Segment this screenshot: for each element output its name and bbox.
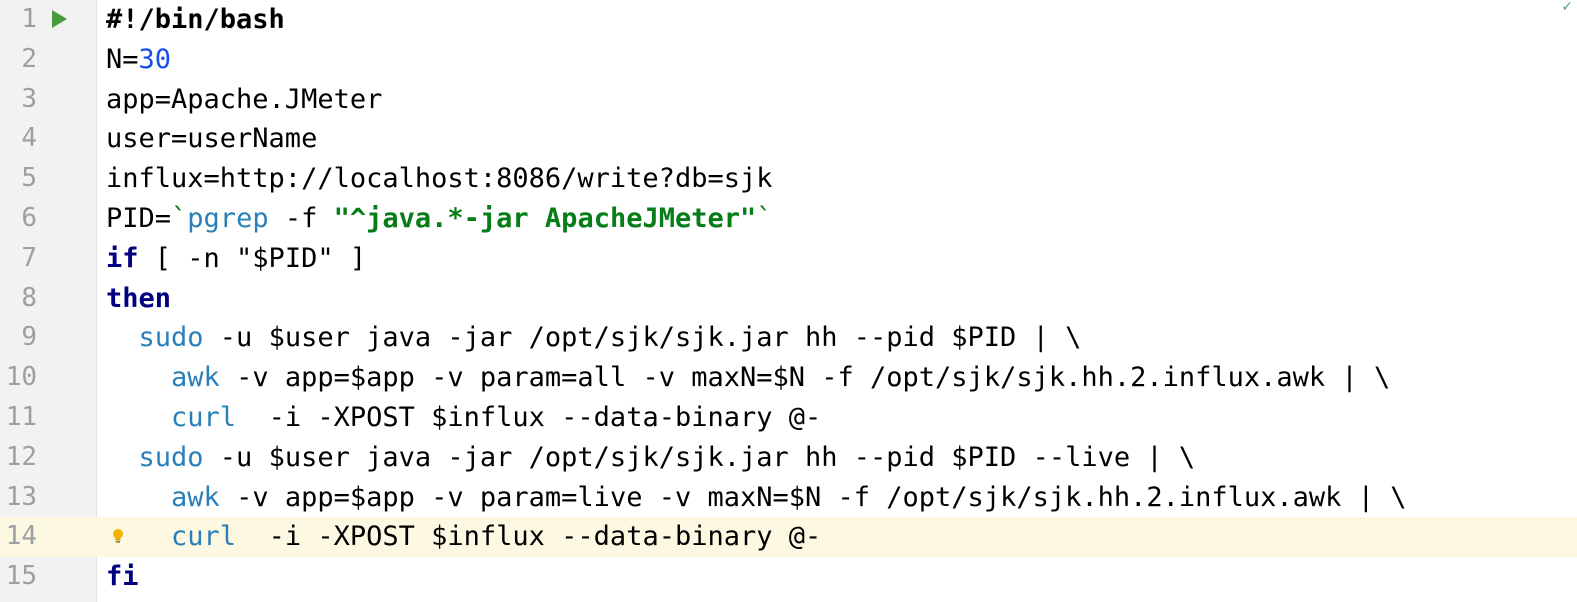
code-text[interactable]: N=30 <box>106 40 171 80</box>
code-token-plain: -i -XPOST $influx --data-binary @- <box>236 521 822 553</box>
line-number[interactable]: 1 <box>0 0 37 40</box>
code-token-cmd: awk <box>171 481 220 513</box>
code-line[interactable]: 4 user=userName <box>0 119 1577 159</box>
run-icon[interactable] <box>52 10 67 28</box>
code-token-plain: app=Apache.JMeter <box>106 83 383 115</box>
line-number[interactable]: 6 <box>0 199 37 239</box>
code-text[interactable]: sudo -u $user java -jar /opt/sjk/sjk.jar… <box>106 318 1082 358</box>
code-token-plain: influx=http://localhost:8086/write?db=sj… <box>106 163 773 195</box>
code-token-plain: -u $user java -jar /opt/sjk/sjk.jar hh -… <box>203 441 1196 473</box>
code-text[interactable]: user=userName <box>106 119 317 159</box>
code-token-cmd: sudo <box>138 441 204 473</box>
line-number[interactable]: 10 <box>0 358 37 398</box>
code-text[interactable]: then <box>106 279 171 319</box>
code-text[interactable]: fi <box>106 557 139 597</box>
code-token-plain: -i -XPOST $influx --data-binary @- <box>236 401 822 433</box>
line-number[interactable]: 7 <box>0 239 37 279</box>
code-token-plain: [ -n "$PID" ] <box>138 242 367 274</box>
line-number[interactable]: 12 <box>0 438 37 478</box>
code-token-plain: -v app=$app -v param=all -v maxN=$N -f /… <box>219 362 1391 394</box>
code-token-kw: if <box>106 242 139 274</box>
line-number[interactable]: 11 <box>0 398 37 438</box>
code-token-plain: -u $user java -jar /opt/sjk/sjk.jar hh -… <box>203 322 1082 354</box>
code-line[interactable]: 8 then <box>0 279 1577 319</box>
check-icon: ✓ <box>1561 0 1573 15</box>
code-text[interactable]: influx=http://localhost:8086/write?db=sj… <box>106 159 772 199</box>
code-token-cmd: curl <box>171 521 237 553</box>
code-text[interactable]: curl -i -XPOST $influx --data-binary @- <box>106 398 821 438</box>
code-lines[interactable]: 1 #!/bin/bash 2 N=30 3 app=Apache.JMeter 4 user… <box>0 0 1577 597</box>
code-line[interactable]: 12 sudo -u $user java -jar /opt/sjk/sjk.… <box>0 438 1577 478</box>
code-editor[interactable]: 1 #!/bin/bash 2 N=30 3 app=Apache.JMeter 4 user… <box>0 0 1577 602</box>
line-number[interactable]: 8 <box>0 279 37 319</box>
code-token-cmd: curl <box>171 401 237 433</box>
code-text[interactable]: curl -i -XPOST $influx --data-binary @- <box>106 517 821 557</box>
code-text[interactable]: app=Apache.JMeter <box>106 80 382 120</box>
line-number[interactable]: 15 <box>0 557 37 597</box>
code-token-plain: -f <box>268 202 334 234</box>
code-token-kw: fi <box>106 561 139 593</box>
code-token-shebang: #!/bin/bash <box>106 4 285 35</box>
line-number[interactable]: 9 <box>0 318 37 358</box>
line-number[interactable]: 13 <box>0 478 37 518</box>
code-token-str: "^java.*-jar ApacheJMeter" <box>333 202 757 234</box>
code-token-cmd: awk <box>171 362 220 394</box>
line-number[interactable]: 5 <box>0 159 37 199</box>
code-line[interactable]: 2 N=30 <box>0 40 1577 80</box>
code-token-num: 30 <box>138 43 172 75</box>
code-text[interactable]: awk -v app=$app -v param=live -v maxN=$N… <box>106 478 1406 518</box>
code-token-tick: ` <box>171 202 188 234</box>
code-text[interactable]: awk -v app=$app -v param=all -v maxN=$N … <box>106 358 1390 398</box>
code-token-cmd: sudo <box>138 322 204 354</box>
code-line[interactable]: 9 sudo -u $user java -jar /opt/sjk/sjk.j… <box>0 318 1577 358</box>
code-token-plain: -v app=$app -v param=live -v maxN=$N -f … <box>219 481 1407 513</box>
code-token-plain: PID= <box>106 202 172 234</box>
code-line[interactable]: 15 fi <box>0 557 1577 597</box>
line-number[interactable]: 14 <box>0 517 37 558</box>
code-line[interactable]: 14 curl -i -XPOST $influx --data-binary … <box>0 517 1577 558</box>
line-number[interactable]: 3 <box>0 80 37 120</box>
code-token-cmd: pgrep <box>187 202 269 234</box>
code-text[interactable]: sudo -u $user java -jar /opt/sjk/sjk.jar… <box>106 438 1196 478</box>
code-line[interactable]: 1 #!/bin/bash <box>0 0 1577 40</box>
code-line[interactable]: 6 PID=`pgrep -f "^java.*-jar ApacheJMeter… <box>0 199 1577 239</box>
code-token-tick: ` <box>756 202 773 234</box>
code-token-kw: then <box>106 282 172 314</box>
code-text[interactable]: if [ -n "$PID" ] <box>106 239 366 279</box>
line-number[interactable]: 4 <box>0 119 37 159</box>
code-line[interactable]: 7 if [ -n "$PID" ] <box>0 239 1577 279</box>
line-number[interactable]: 2 <box>0 40 37 80</box>
code-line[interactable]: 3 app=Apache.JMeter <box>0 80 1577 120</box>
code-line[interactable]: 13 awk -v app=$app -v param=live -v maxN… <box>0 478 1577 518</box>
code-line[interactable]: 5 influx=http://localhost:8086/write?db=s… <box>0 159 1577 199</box>
code-token-plain: user=userName <box>106 123 318 155</box>
code-text[interactable]: PID=`pgrep -f "^java.*-jar ApacheJMeter"… <box>106 199 773 239</box>
code-text[interactable]: #!/bin/bash <box>106 0 285 40</box>
code-line[interactable]: 10 awk -v app=$app -v param=all -v maxN=… <box>0 358 1577 398</box>
code-line[interactable]: 11 curl -i -XPOST $influx --data-binary … <box>0 398 1577 438</box>
code-token-plain: N= <box>106 43 139 75</box>
